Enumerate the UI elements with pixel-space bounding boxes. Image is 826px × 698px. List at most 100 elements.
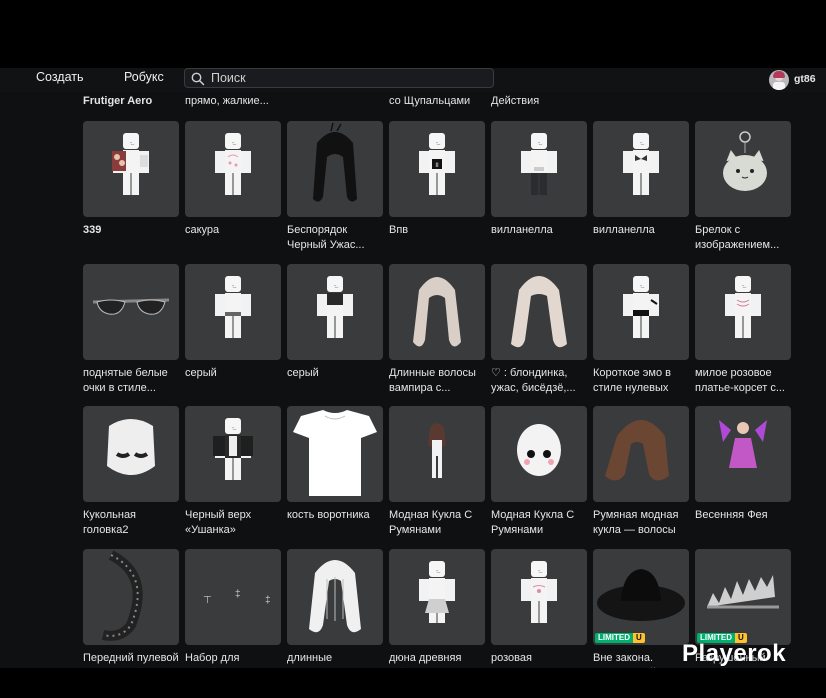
catalog-item[interactable]: ·͜· серый: [185, 264, 281, 381]
catalog-item[interactable]: ⊤ ‡ ‡ Набор для преображения...: [185, 549, 281, 668]
item-thumbnail[interactable]: [491, 264, 587, 360]
catalog-item[interactable]: поднятые белые очки в стиле...: [83, 264, 179, 395]
catalog-item[interactable]: Длинные волосы вампира с...: [389, 264, 485, 395]
item-thumbnail[interactable]: ·͜·: [185, 406, 281, 502]
item-thumbnail[interactable]: [287, 549, 383, 645]
item-name[interactable]: Кукольная головка2: [83, 508, 179, 537]
item-name[interactable]: сакура: [185, 223, 281, 238]
item-thumbnail[interactable]: LIMITED U: [695, 549, 791, 645]
catalog-item[interactable]: ·͜· II Впв: [389, 121, 485, 238]
limited-badge-label: LIMITED: [595, 633, 633, 643]
item-name[interactable]: вилланелла: [491, 223, 587, 238]
item-thumbnail[interactable]: LIMITED U: [593, 549, 689, 645]
item-thumbnail[interactable]: ·͜·: [491, 121, 587, 217]
item-thumbnail[interactable]: [287, 121, 383, 217]
catalog-item[interactable]: Кукольная головка2: [83, 406, 179, 537]
item-name[interactable]: розовая кружевная фея 2000-х гот...: [491, 651, 587, 668]
item-name[interactable]: милое розовое платье-корсет с...: [695, 366, 791, 395]
item-name[interactable]: серый: [185, 366, 281, 381]
nav-robux-link[interactable]: Робукс: [124, 70, 164, 84]
item-name[interactable]: Брелок с изображением...: [695, 223, 791, 252]
catalog-item[interactable]: ♡ : блондинка, ужас, бисёдзё,...: [491, 264, 587, 395]
item-thumbnail[interactable]: ·͜· II: [389, 121, 485, 217]
previous-row-label[interactable]: прямо, жалкие...: [185, 95, 269, 108]
item-name[interactable]: ♡ : блондинка, ужас, бисёдзё,...: [491, 366, 587, 395]
item-thumbnail[interactable]: ·͜·: [185, 264, 281, 360]
outfit-pink-shirt-icon: ·͜·: [215, 133, 251, 195]
previous-row-label[interactable]: Действия: [491, 95, 539, 108]
catalog-item[interactable]: Модная Кукла С Румянами: [389, 406, 485, 537]
item-name[interactable]: Короткое эмо в стиле нулевых: [593, 366, 689, 395]
catalog-item[interactable]: Беспорядок Черный Ужас...: [287, 121, 383, 252]
catalog-item[interactable]: ·͜· вилланелла: [491, 121, 587, 238]
catalog-item[interactable]: Румяная модная кукла — волосы: [593, 406, 689, 537]
svg-text:‡: ‡: [265, 595, 271, 606]
search-input[interactable]: [211, 70, 481, 86]
item-thumbnail[interactable]: ·͜·: [491, 549, 587, 645]
white-tshirt-icon: [293, 410, 377, 496]
item-name[interactable]: 339: [83, 223, 179, 238]
avatar[interactable]: [769, 70, 789, 90]
item-thumbnail[interactable]: [491, 406, 587, 502]
catalog-item[interactable]: ·͜· 339: [83, 121, 179, 238]
item-name[interactable]: дюна древняя юбка...: [389, 651, 485, 668]
catalog-item[interactable]: Весенняя Фея: [695, 406, 791, 523]
item-thumbnail[interactable]: [83, 406, 179, 502]
item-name[interactable]: Набор для преображения...: [185, 651, 281, 668]
catalog-item[interactable]: длинные растрепанные...: [287, 549, 383, 668]
item-name[interactable]: Весенняя Фея: [695, 508, 791, 523]
item-name[interactable]: вилланелла: [593, 223, 689, 238]
item-thumbnail[interactable]: [287, 406, 383, 502]
search-box[interactable]: [184, 68, 494, 88]
item-name[interactable]: кость воротника: [287, 508, 383, 523]
item-name[interactable]: Черный верх «Ушанка»: [185, 508, 281, 537]
item-thumbnail[interactable]: ·͜·: [593, 121, 689, 217]
catalog-item[interactable]: ·͜· сакура: [185, 121, 281, 238]
catalog-item[interactable]: ·͜· розовая кружевная фея 2000-х гот...: [491, 549, 587, 668]
item-name[interactable]: Румяная модная кукла — волосы: [593, 508, 689, 537]
catalog-item[interactable]: ·͜· вилланелла: [593, 121, 689, 238]
item-name[interactable]: серый: [287, 366, 383, 381]
limited-badge: LIMITED U: [595, 633, 645, 643]
item-thumbnail[interactable]: [593, 406, 689, 502]
item-name[interactable]: Вне закона. Призрачный...: [593, 651, 689, 668]
item-name[interactable]: Модная Кукла С Румянами: [389, 508, 485, 537]
black-hair-icon: [313, 122, 357, 202]
item-name[interactable]: Модная Кукла С Румянами: [491, 508, 587, 537]
item-thumbnail[interactable]: ·͜·: [185, 121, 281, 217]
top-navigation-bar: Создать Робукс gt86: [0, 68, 826, 93]
previous-row-label[interactable]: со Щупальцами: [389, 95, 470, 108]
catalog-item[interactable]: ·͜· Черный верх «Ушанка»: [185, 406, 281, 537]
catalog-item[interactable]: ·͜· серый: [287, 264, 383, 381]
item-thumbnail[interactable]: ·͜·: [83, 121, 179, 217]
item-name[interactable]: Впв: [389, 223, 485, 238]
item-thumbnail[interactable]: [83, 549, 179, 645]
catalog-item[interactable]: ·͜· дюна древняя юбка...: [389, 549, 485, 668]
item-thumbnail[interactable]: [695, 406, 791, 502]
catalog-item[interactable]: ·͜· Короткое эмо в стиле нулевых: [593, 264, 689, 395]
item-thumbnail[interactable]: ⊤ ‡ ‡: [185, 549, 281, 645]
item-thumbnail[interactable]: [389, 264, 485, 360]
catalog-item[interactable]: Передний пулевой пояс Серебро 3.0...: [83, 549, 179, 668]
item-name[interactable]: Длинные волосы вампира с...: [389, 366, 485, 395]
nav-create-link[interactable]: Создать: [36, 70, 84, 84]
item-thumbnail[interactable]: [695, 121, 791, 217]
item-name[interactable]: Передний пулевой пояс Серебро 3.0...: [83, 651, 179, 668]
item-thumbnail[interactable]: ·͜·: [389, 549, 485, 645]
item-name[interactable]: поднятые белые очки в стиле...: [83, 366, 179, 395]
username-label[interactable]: gt86: [794, 73, 816, 85]
previous-row-label[interactable]: Frutiger Aero: [83, 95, 152, 108]
catalog-item[interactable]: LIMITEDU Вне закона. Призрачный...: [593, 549, 689, 668]
item-thumbnail[interactable]: [389, 406, 485, 502]
item-thumbnail[interactable]: ·͜·: [593, 264, 689, 360]
item-thumbnail[interactable]: ·͜·: [287, 264, 383, 360]
catalog-item[interactable]: кость воротника: [287, 406, 383, 523]
item-name[interactable]: Беспорядок Черный Ужас...: [287, 223, 383, 252]
catalog-item[interactable]: ·͜· милое розовое платье-корсет с...: [695, 264, 791, 395]
catalog-item[interactable]: Брелок с изображением...: [695, 121, 791, 252]
item-thumbnail[interactable]: [83, 264, 179, 360]
catalog-item[interactable]: Модная Кукла С Румянами: [491, 406, 587, 537]
item-thumbnail[interactable]: ·͜·: [695, 264, 791, 360]
sunglasses-icon: [92, 298, 170, 315]
item-name[interactable]: длинные растрепанные...: [287, 651, 383, 668]
